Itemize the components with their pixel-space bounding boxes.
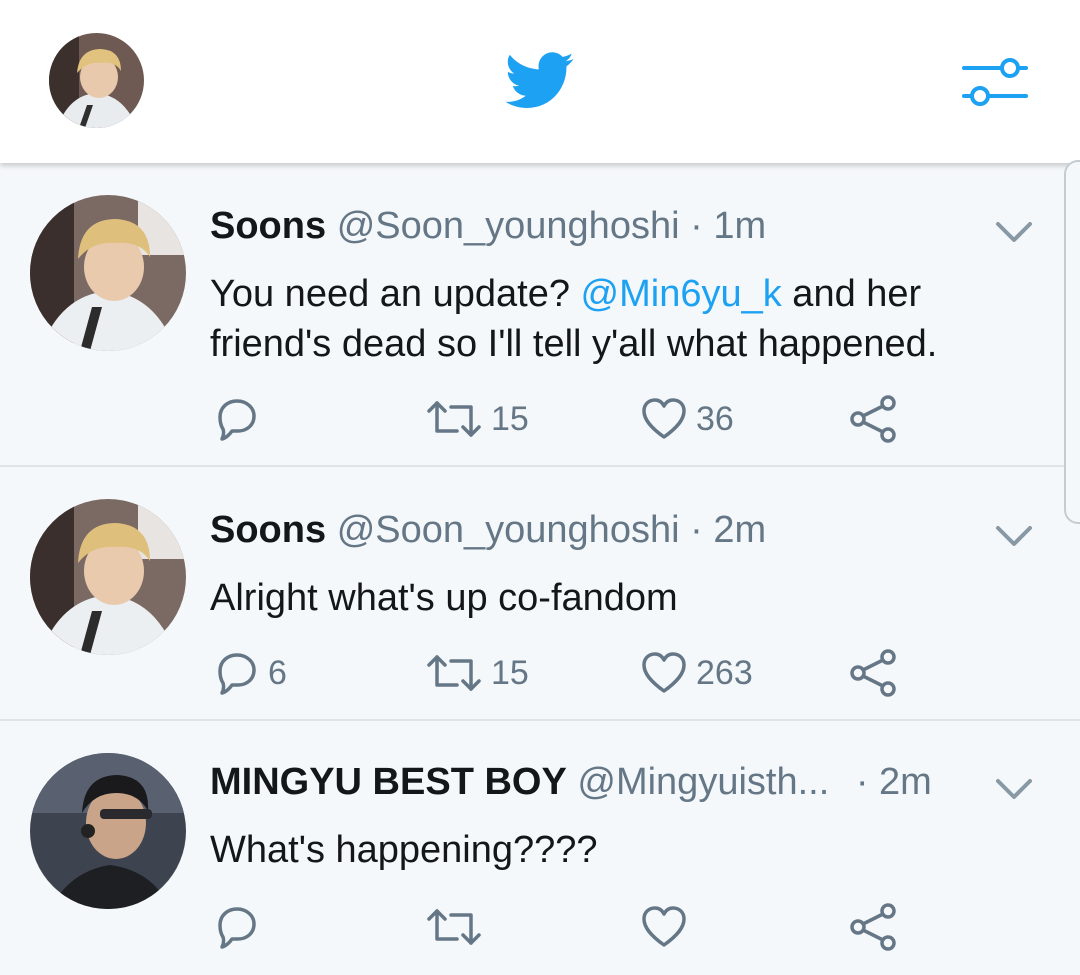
tweet-text: You need an update? @Min6yu_k and her fr… [210, 269, 1040, 369]
retweet-count: 15 [491, 654, 529, 692]
like-button[interactable] [638, 899, 696, 955]
tweet-avatar[interactable] [30, 499, 186, 655]
share-button[interactable] [846, 899, 902, 955]
display-name[interactable]: MINGYU BEST BOY [210, 761, 567, 803]
separator-dot: · [690, 509, 703, 551]
tweet[interactable]: Soons @Soon_younghoshi · 2m Alright what… [0, 467, 1080, 721]
reply-button[interactable] [210, 391, 268, 447]
tweet-header: Soons @Soon_younghoshi · 2m [210, 505, 766, 555]
like-count: 36 [696, 400, 734, 438]
heart-icon [642, 906, 686, 947]
tweet-text: What's happening???? [210, 825, 1040, 875]
tweet-header: Soons @Soon_younghoshi · 1m [210, 201, 766, 251]
tweet[interactable]: MINGYU BEST BOY @Mingyuisth... · 2m What… [0, 721, 1080, 975]
user-handle[interactable]: @Soon_younghoshi [337, 509, 680, 551]
retweet-button[interactable] [423, 899, 491, 955]
reply-icon [218, 907, 256, 949]
profile-avatar[interactable] [49, 33, 144, 128]
chevron-down-icon[interactable] [994, 522, 1034, 550]
separator-dot: · [690, 205, 703, 247]
retweet-count: 15 [491, 400, 529, 438]
tweet-text-part: You need an update? [210, 273, 581, 315]
retweet-icon [427, 655, 481, 691]
tweet-text-part: Alright what's up co-fandom [210, 577, 678, 619]
share-button[interactable] [846, 645, 902, 701]
display-name[interactable]: Soons [210, 205, 326, 247]
chevron-down-icon[interactable] [994, 775, 1034, 803]
retweet-icon [427, 401, 481, 437]
tweet-actions: 15 36 [210, 391, 930, 447]
reply-icon [218, 399, 256, 441]
tweet-avatar[interactable] [30, 753, 186, 909]
tweet-actions [210, 899, 930, 955]
share-button[interactable] [846, 391, 902, 447]
like-button[interactable]: 36 [638, 391, 734, 447]
user-handle[interactable]: @Mingyuisth... [577, 761, 829, 803]
mention-link[interactable]: @Min6yu_k [581, 273, 782, 315]
separator-dot: · [855, 761, 869, 803]
heart-icon [642, 398, 686, 439]
share-icon [850, 649, 896, 697]
chevron-down-icon[interactable] [994, 218, 1034, 246]
top-app-bar [0, 0, 1080, 163]
tweet-header: MINGYU BEST BOY @Mingyuisth... · 2m [210, 757, 932, 807]
tweet-text: Alright what's up co-fandom [210, 573, 1040, 623]
timestamp[interactable]: 2m [713, 509, 766, 551]
retweet-button[interactable]: 15 [423, 645, 529, 701]
display-name[interactable]: Soons [210, 509, 326, 551]
retweet-icon [427, 909, 481, 945]
share-icon [850, 395, 896, 443]
reply-icon [218, 653, 256, 695]
tweet[interactable]: Soons @Soon_younghoshi · 1m You need an … [0, 163, 1080, 467]
like-button[interactable]: 263 [638, 645, 753, 701]
reply-button[interactable] [210, 899, 268, 955]
retweet-button[interactable]: 15 [423, 391, 529, 447]
tweet-text-part: What's happening???? [210, 829, 598, 871]
timestamp[interactable]: 1m [713, 205, 766, 247]
filter-sliders-icon[interactable] [960, 54, 1030, 112]
like-count: 263 [696, 654, 753, 692]
scrollbar[interactable] [1064, 160, 1080, 524]
twitter-bird-icon[interactable] [505, 52, 575, 110]
reply-button[interactable]: 6 [210, 645, 287, 701]
reply-count: 6 [268, 654, 287, 692]
tweet-actions: 6 15 263 [210, 645, 930, 701]
timestamp[interactable]: 2m [879, 761, 932, 803]
share-icon [850, 903, 896, 951]
heart-icon [642, 652, 686, 693]
user-handle[interactable]: @Soon_younghoshi [337, 205, 680, 247]
tweet-avatar[interactable] [30, 195, 186, 351]
